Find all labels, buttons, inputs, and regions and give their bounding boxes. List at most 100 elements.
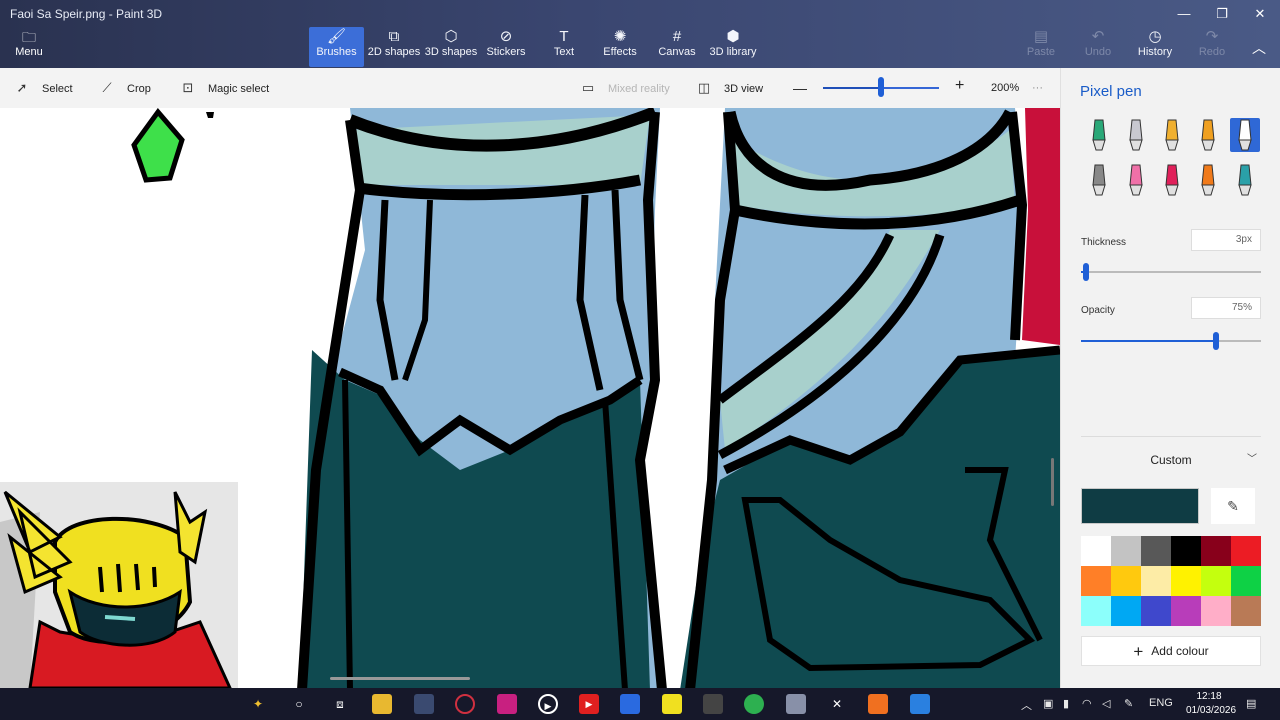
color-swatch[interactable] — [1141, 566, 1171, 596]
thickness-input[interactable]: 3px — [1191, 229, 1261, 251]
zoom-in-button[interactable]: + — [955, 78, 964, 94]
app-icon-4[interactable] — [703, 694, 723, 714]
add-colour-button[interactable]: + Add colour — [1081, 636, 1261, 666]
marker-brush-icon[interactable] — [1084, 118, 1114, 152]
thickness-slider[interactable] — [1081, 263, 1261, 281]
tab-3d-shapes[interactable]: ⬡ 3D shapes — [424, 27, 478, 67]
media-player-icon[interactable]: ▶ — [538, 694, 558, 714]
color-swatch[interactable] — [1111, 566, 1141, 596]
3d-view-button[interactable]: ◫ 3D view — [696, 80, 763, 96]
mixed-reality-button[interactable]: ▭ Mixed reality — [580, 80, 670, 96]
tab-canvas[interactable]: # Canvas — [655, 27, 699, 67]
color-swatch[interactable] — [1171, 596, 1201, 626]
tray-icon-1[interactable]: ▣ — [1043, 697, 1053, 710]
stickers-icon: ⊘ — [499, 28, 513, 45]
tab-effects[interactable]: ✺ Effects — [599, 27, 641, 67]
calligraphy-pen-brush-icon[interactable] — [1121, 118, 1151, 152]
color-swatch[interactable] — [1141, 596, 1171, 626]
horizontal-scrollbar[interactable] — [330, 677, 470, 680]
undo-button[interactable]: ↶ Undo — [1083, 27, 1113, 67]
clock[interactable]: 12:18 01/03/2026 — [1186, 690, 1236, 718]
color-mode-dropdown[interactable]: Custom ﹀ — [1081, 448, 1261, 472]
tab-3d-library[interactable]: ⬢ 3D library — [707, 27, 759, 67]
youtube-icon[interactable]: ▶ — [579, 694, 599, 714]
color-swatch[interactable] — [1171, 566, 1201, 596]
app-icon-5[interactable] — [786, 694, 806, 714]
app-icon-6[interactable]: ✕ — [827, 694, 847, 714]
minimize-button[interactable]: — — [1170, 4, 1198, 24]
pixel-pen-brush-icon[interactable] — [1230, 118, 1260, 152]
opacity-slider-thumb[interactable] — [1213, 332, 1219, 350]
tab-stickers-label: Stickers — [486, 46, 526, 58]
watercolor-brush-icon[interactable] — [1193, 118, 1223, 152]
app-icon-7[interactable] — [868, 694, 888, 714]
zoom-out-button[interactable]: — — [793, 80, 807, 96]
color-swatch[interactable] — [1231, 596, 1261, 626]
color-swatch[interactable] — [1081, 566, 1111, 596]
tab-stickers[interactable]: ⊘ Stickers — [481, 27, 531, 67]
spray-can-brush-icon[interactable] — [1193, 163, 1223, 197]
color-swatch[interactable] — [1081, 536, 1111, 566]
color-swatch[interactable] — [1111, 536, 1141, 566]
language-indicator[interactable]: ENG — [1149, 697, 1173, 709]
pen-icon[interactable]: ✎ — [1124, 697, 1133, 710]
tab-effects-label: Effects — [603, 46, 637, 58]
color-swatch[interactable] — [1081, 596, 1111, 626]
select-button[interactable]: ➚ Select — [14, 80, 73, 96]
tab-text[interactable]: T Text — [543, 27, 585, 67]
oil-brush-brush-icon[interactable] — [1157, 118, 1187, 152]
close-button[interactable]: ✕ — [1246, 4, 1274, 24]
zoom-slider-thumb[interactable] — [878, 77, 884, 97]
eraser-brush-icon[interactable] — [1121, 163, 1151, 197]
app-icon-1[interactable] — [414, 694, 434, 714]
color-swatch[interactable] — [1111, 596, 1141, 626]
tab-brushes[interactable]: 🖌 Brushes — [309, 27, 364, 67]
mixed-reality-label: Mixed reality — [608, 83, 670, 95]
show-hidden-icons[interactable]: ︿ — [1021, 697, 1032, 713]
color-swatch[interactable] — [1141, 536, 1171, 566]
history-button[interactable]: ◷ History — [1136, 27, 1174, 67]
fill-brush-icon[interactable] — [1230, 163, 1260, 197]
paint-3d-icon[interactable] — [620, 694, 640, 714]
thickness-slider-thumb[interactable] — [1083, 263, 1090, 281]
tab-3d-shapes-label: 3D shapes — [424, 46, 478, 58]
color-swatch[interactable] — [1201, 596, 1231, 626]
microphone-icon[interactable]: ▮ — [1063, 697, 1069, 710]
vertical-scrollbar[interactable] — [1051, 458, 1054, 506]
file-explorer-icon[interactable] — [372, 694, 392, 714]
zoom-value[interactable]: 200% — [991, 80, 1019, 96]
task-view-icon[interactable]: ⧈ — [330, 694, 350, 714]
tab-2d-shapes[interactable]: ⧉ 2D shapes — [367, 27, 421, 67]
color-swatch[interactable] — [1201, 566, 1231, 596]
sticky-notes-icon[interactable] — [662, 694, 682, 714]
eyedropper-icon[interactable]: ✎ — [1211, 488, 1255, 524]
history-label: History — [1137, 46, 1173, 58]
opacity-input[interactable]: 75% — [1191, 297, 1261, 319]
menu-button[interactable]: 🗀 Menu — [8, 28, 50, 66]
color-swatch[interactable] — [1171, 536, 1201, 566]
color-swatch[interactable] — [1231, 566, 1261, 596]
volume-icon[interactable]: ◁ — [1102, 697, 1110, 710]
restore-button[interactable]: ❐ — [1208, 4, 1236, 24]
collapse-ribbon-icon[interactable]: ︿ — [1252, 38, 1266, 58]
current-color-swatch[interactable] — [1081, 488, 1199, 524]
sparkle-icon[interactable]: ✦ — [248, 694, 268, 714]
notifications-icon[interactable]: ▤ — [1246, 697, 1256, 710]
chrome-icon[interactable] — [744, 694, 764, 714]
crop-button[interactable]: ⟋ Crop — [99, 80, 150, 96]
pencil-brush-icon[interactable] — [1084, 163, 1114, 197]
app-icon-8[interactable] — [910, 694, 930, 714]
color-swatch[interactable] — [1201, 536, 1231, 566]
more-options-button[interactable]: ··· — [1032, 80, 1043, 96]
opacity-label: Opacity — [1081, 305, 1115, 316]
search-icon[interactable]: ○ — [289, 694, 309, 714]
app-icon-2[interactable] — [455, 694, 475, 714]
color-swatch[interactable] — [1231, 536, 1261, 566]
crayon-brush-icon[interactable] — [1157, 163, 1187, 197]
app-icon-3[interactable] — [497, 694, 517, 714]
opacity-slider[interactable] — [1081, 332, 1261, 350]
redo-button[interactable]: ↷ Redo — [1197, 27, 1227, 67]
network-icon[interactable]: ◠ — [1082, 697, 1092, 710]
paste-button[interactable]: ▤ Paste — [1026, 27, 1056, 67]
magic-select-button[interactable]: ⊡ Magic select — [180, 80, 270, 96]
